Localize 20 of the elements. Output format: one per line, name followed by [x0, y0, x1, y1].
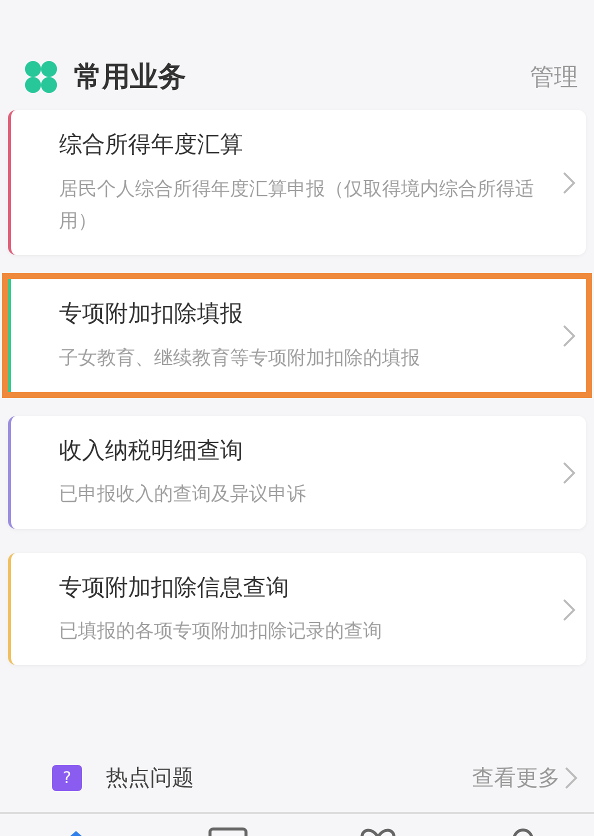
clover-icon — [24, 60, 58, 94]
card-title: 综合所得年度汇算 — [59, 131, 244, 160]
card-title: 专项附加扣除填报 — [59, 300, 244, 330]
chevron-icon — [564, 766, 578, 790]
question-icon: ? — [52, 765, 82, 791]
card-description: 居民个人综合所得年度汇算申报（仅取得境内综合所得适用） — [59, 176, 535, 234]
card-title: 收入纳税明细查询 — [59, 436, 244, 466]
service-card[interactable]: 综合所得年度汇算 居民个人综合所得年度汇算申报（仅取得境内综合所得适用） — [8, 110, 586, 256]
section-title: 常用业务 — [74, 59, 186, 95]
card-title: 专项附加扣除信息查询 — [59, 574, 290, 603]
service-card[interactable]: 收入纳税明细查询 已申报收入的查询及异议申诉 — [8, 416, 586, 529]
service-card[interactable]: 专项附加扣除信息查询 已填报的各项专项附加扣除记录的查询 — [8, 552, 586, 666]
chevron-icon — [562, 324, 576, 348]
chevron-icon — [562, 171, 576, 196]
card-description: 已填报的各项专项附加扣除记录的查询 — [59, 619, 383, 644]
chevron-icon — [562, 598, 576, 622]
card-description: 已申报收入的查询及异议申诉 — [59, 482, 307, 508]
faq-title: 热点问题 — [106, 764, 194, 792]
card-description: 子女教育、继续教育等专项附加扣除的填报 — [59, 346, 421, 371]
chevron-icon — [562, 460, 576, 485]
